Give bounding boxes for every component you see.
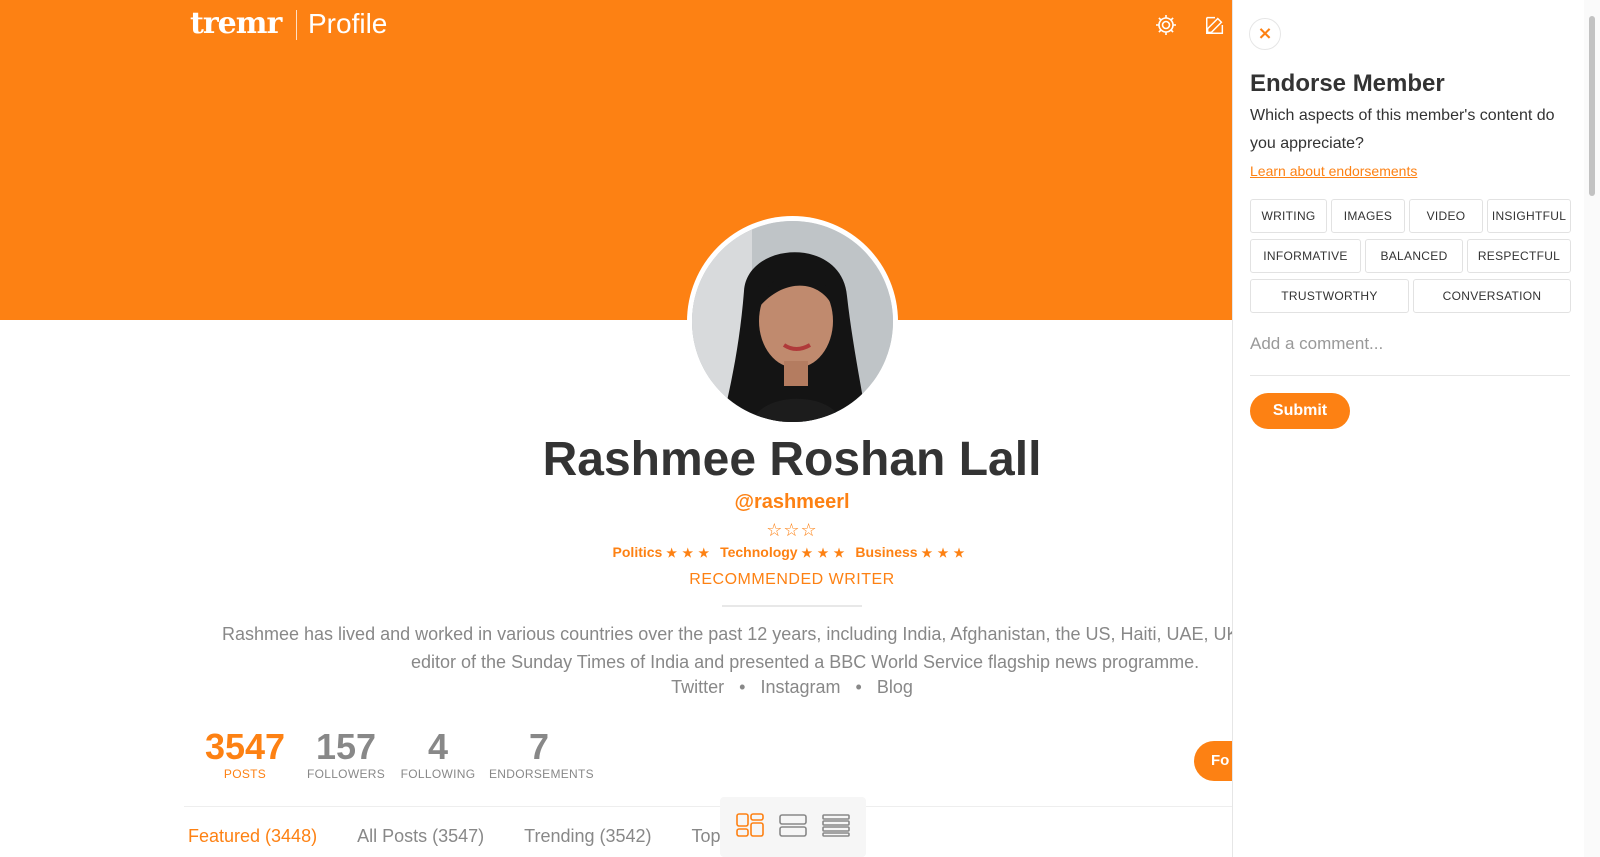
endorse-chip-writing[interactable]: WRITING (1250, 199, 1327, 233)
topic-stars: ★ ★ ★ (801, 546, 846, 560)
social-links: Twitter • Instagram • Blog (0, 677, 1232, 698)
stat-label: POSTS (223, 767, 267, 781)
stat-value: 4 (427, 726, 449, 767)
topic-label[interactable]: Politics (613, 544, 663, 560)
stats-divider (184, 806, 1232, 807)
endorse-panel: × Endorse Member Which aspects of this m… (1232, 0, 1600, 857)
page-section-title: Profile (308, 8, 388, 39)
stat-label: FOLLOWERS (306, 767, 386, 781)
profile-handle[interactable]: @rashmeerl (0, 491, 1232, 514)
instagram-link[interactable]: Instagram (760, 677, 840, 697)
topic-label[interactable]: Business (855, 544, 917, 560)
submit-button[interactable]: Submit (1250, 393, 1350, 429)
close-icon[interactable]: × (1249, 18, 1281, 50)
grid-view-icon[interactable] (735, 813, 764, 841)
endorse-chip-video[interactable]: VIDEO (1409, 199, 1483, 233)
panel-title: Endorse Member (1250, 70, 1445, 97)
rank-stars: ☆☆☆ (766, 520, 818, 541)
endorse-chip-balanced[interactable]: BALANCED (1365, 239, 1463, 273)
link-separator: • (739, 677, 746, 697)
scrollbar[interactable] (1584, 0, 1600, 857)
endorse-chip-conversation[interactable]: CONVERSATION (1413, 279, 1571, 313)
profile-photo (692, 221, 893, 422)
twitter-link[interactable]: Twitter (671, 677, 724, 697)
card-view-icon[interactable] (779, 813, 807, 841)
link-separator: • (855, 677, 862, 697)
tab-trending[interactable]: Trending (3542) (524, 826, 651, 847)
post-tabs: Featured (3448) All Posts (3547) Trendin… (188, 826, 721, 847)
endorse-chip-respectful[interactable]: RESPECTFUL (1467, 239, 1571, 273)
header-divider (296, 10, 297, 40)
topic-stars: ★ ★ ★ (666, 546, 711, 560)
stat-following[interactable]: 4 FOLLOWING (397, 726, 479, 782)
list-view-icon[interactable] (822, 813, 851, 841)
endorse-chip-trustworthy[interactable]: TRUSTWORTHY (1250, 279, 1409, 313)
bio-line: Rashmee has lived and worked in various … (222, 624, 1232, 644)
profile-stats: 3547 POSTS 157 FOLLOWERS 4 FOLLOWING 7 E… (195, 726, 594, 782)
topic-stars: ★ ★ ★ (921, 546, 966, 560)
tab-top[interactable]: Top (692, 826, 721, 847)
stat-value: 3547 (204, 726, 286, 767)
profile-name: Rashmee Roshan Lall (542, 433, 1042, 486)
profile-banner: tremr Profile (0, 0, 1232, 320)
divider (722, 605, 862, 607)
follow-button[interactable]: Fo (1194, 741, 1232, 781)
tab-featured[interactable]: Featured (3448) (188, 826, 317, 847)
stat-label: FOLLOWING (400, 767, 476, 781)
bio-line: editor of the Sunday Times of India and … (411, 652, 1200, 672)
panel-description: Which aspects of this member's content d… (1250, 107, 1555, 152)
tab-all-posts[interactable]: All Posts (3547) (357, 826, 484, 847)
recommended-badge: RECOMMENDED WRITER (689, 571, 895, 588)
stat-value: 7 (528, 726, 550, 767)
view-toggle (720, 797, 866, 857)
edit-icon[interactable] (1203, 13, 1227, 37)
learn-endorsements-link[interactable]: Learn about endorsements (1250, 163, 1417, 179)
avatar (687, 216, 898, 427)
stat-label: ENDORSEMENTS (489, 767, 594, 781)
endorse-chip-insightful[interactable]: INSIGHTFUL (1487, 199, 1571, 233)
profile-bio: Rashmee has lived and worked in various … (222, 620, 1232, 676)
stat-value: 157 (315, 726, 377, 767)
tremr-logo[interactable]: tremr (190, 6, 282, 41)
endorse-chip-informative[interactable]: INFORMATIVE (1250, 239, 1361, 273)
endorse-chip-images[interactable]: IMAGES (1331, 199, 1405, 233)
topic-label[interactable]: Technology (720, 544, 798, 560)
gear-icon[interactable] (1154, 13, 1178, 37)
stat-posts[interactable]: 3547 POSTS (195, 726, 295, 782)
stat-endorsements[interactable]: 7 ENDORSEMENTS (489, 726, 594, 782)
topic-ratings: Politics ★ ★ ★ Technology ★ ★ ★ Business… (0, 544, 1232, 560)
scrollbar-thumb[interactable] (1589, 16, 1595, 196)
comment-input[interactable]: Add a comment... (1250, 334, 1570, 376)
profile-page: tremr Profile Rashmee Roshan Lall @rashm… (0, 0, 1232, 857)
blog-link[interactable]: Blog (877, 677, 913, 697)
stat-followers[interactable]: 157 FOLLOWERS (305, 726, 387, 782)
